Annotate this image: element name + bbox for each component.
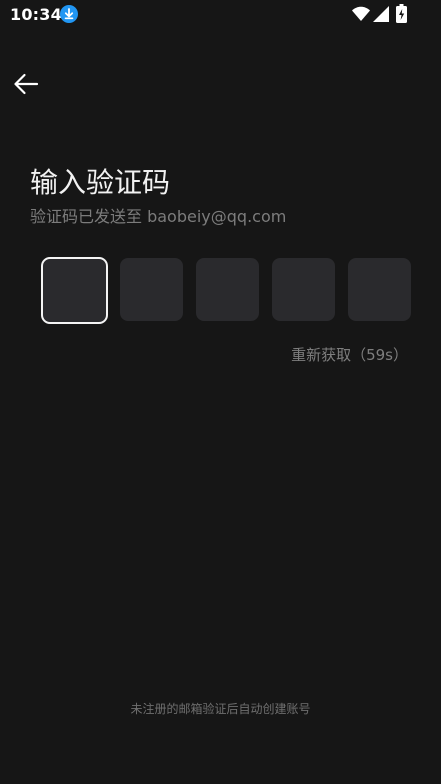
subtitle-sent-to-email: 验证码已发送至 baobeiy@qq.com xyxy=(30,207,287,226)
signal-icon xyxy=(373,6,389,22)
page-title: 输入验证码 xyxy=(30,166,171,199)
status-bar: 10:34 xyxy=(0,0,441,30)
code-input-5[interactable] xyxy=(348,258,411,321)
code-input-3[interactable] xyxy=(196,258,259,321)
code-input-2[interactable] xyxy=(120,258,183,321)
code-input-1[interactable] xyxy=(41,257,108,324)
arrow-left-icon xyxy=(14,73,39,95)
status-time: 10:34 xyxy=(10,5,62,24)
footer-note: 未注册的邮箱验证后自动创建账号 xyxy=(130,702,311,716)
back-button[interactable] xyxy=(8,66,44,102)
resend-countdown[interactable]: 重新获取（59s） xyxy=(291,344,408,366)
battery-charging-icon xyxy=(396,4,407,23)
code-input-4[interactable] xyxy=(272,258,335,321)
download-icon xyxy=(60,5,78,23)
wifi-icon xyxy=(352,6,370,22)
